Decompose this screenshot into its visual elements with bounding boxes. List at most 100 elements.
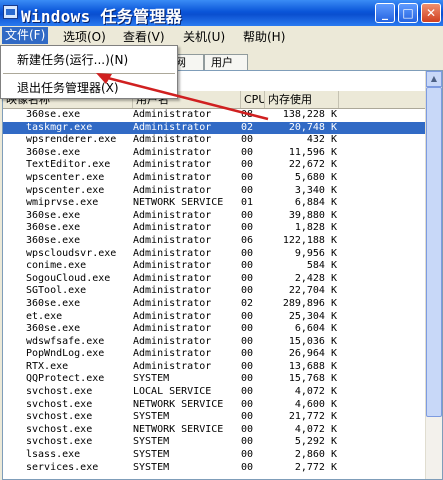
process-name: 360se.exe [26,109,81,120]
process-memory: 13,688 K [288,360,337,372]
process-name: wpscenter.exe [26,184,105,196]
col-cpu[interactable]: CPU [241,91,265,108]
table-row[interactable]: 360se.exe Administrator 06 122,188 K [3,235,428,248]
table-row[interactable]: 360se.exe Administrator 00 6,604 K [3,323,428,336]
table-row[interactable]: wmiprvse.exe NETWORK SERVICE 01 6,884 K [3,197,428,210]
menu-help[interactable]: 帮助(H) [243,28,285,45]
table-row[interactable]: 360se.exe Administrator 00 1,828 K [3,222,428,235]
process-user: NETWORK SERVICE [133,398,224,410]
process-user: LOCAL SERVICE [133,386,212,398]
table-row[interactable]: QQProtect.exe SYSTEM 00 15,768 K [3,373,428,386]
scroll-thumb[interactable] [426,87,442,417]
table-row[interactable]: SogouCloud.exe Administrator 00 2,428 K [3,273,428,286]
menu-options[interactable]: 选项(O) [63,28,106,45]
process-memory: 138,228 K [282,109,337,120]
process-cpu: 00 [241,272,254,284]
table-row[interactable]: conime.exe Administrator 00 584 K [3,260,428,273]
process-user: Administrator [133,159,212,171]
process-name: svchost.exe [26,398,93,410]
taskmgr-icon [3,5,18,19]
table-row[interactable]: svchost.exe SYSTEM 00 5,292 K [3,436,428,449]
table-row[interactable]: svchost.exe SYSTEM 00 21,772 K [3,411,428,424]
process-name: wpscenter.exe [26,171,105,183]
table-row[interactable]: wpscenter.exe Administrator 00 5,680 K [3,172,428,185]
process-memory: 9,956 K [294,247,337,259]
process-user: SYSTEM [133,461,170,473]
menu-new-task[interactable]: 新建任务(运行...)(N) [17,51,128,68]
table-row[interactable]: services.exe SYSTEM 00 2,772 K [3,462,428,475]
minimize-button[interactable]: _ [375,3,395,23]
table-row[interactable]: svchost.exe LOCAL SERVICE 00 4,072 K [3,386,428,399]
close-button[interactable]: ✕ [421,3,441,23]
process-user: Administrator [133,146,212,158]
process-memory: 25,304 K [288,310,337,322]
col-memory[interactable]: 内存使用 [265,91,339,108]
menu-shutdown[interactable]: 关机(U) [183,28,225,45]
process-memory: 5,292 K [294,436,337,448]
process-cpu: 00 [241,436,254,448]
process-memory: 289,896 K [282,297,337,309]
menu-exit-taskmgr[interactable]: 退出任务管理器(X) [17,79,119,96]
process-list: 360se.exe Administrator 08 138,228 Ktaskmgr… [3,109,428,474]
process-name: wpscloudsvr.exe [26,247,117,259]
process-cpu: 00 [241,222,254,234]
menu-separator [3,73,175,74]
process-user: SYSTEM [133,436,170,448]
table-row[interactable]: svchost.exe NETWORK SERVICE 00 4,600 K [3,399,428,412]
table-row[interactable]: 360se.exe Administrator 02 289,896 K [3,298,428,311]
process-user: Administrator [133,109,212,120]
vertical-scrollbar[interactable]: ▲ [425,71,442,479]
process-user: Administrator [133,272,212,284]
menu-view[interactable]: 查看(V) [123,28,165,45]
table-row[interactable]: svchost.exe NETWORK SERVICE 00 4,072 K [3,424,428,437]
process-name: conime.exe [26,260,87,272]
process-name: 360se.exe [26,297,81,309]
table-row[interactable]: 360se.exe Administrator 00 11,596 K [3,147,428,160]
process-memory: 21,772 K [288,411,337,423]
process-cpu: 00 [241,398,254,410]
table-row[interactable]: RTX.exe Administrator 00 13,688 K [3,361,428,374]
title-bar[interactable]: Windows 任务管理器 _ □ ✕ [0,0,443,26]
process-cpu: 00 [241,171,254,183]
table-row[interactable]: lsass.exe SYSTEM 00 2,860 K [3,449,428,462]
process-cpu: 00 [241,285,254,297]
process-memory: 2,860 K [294,449,337,461]
process-memory: 22,672 K [288,159,337,171]
process-name: SGTool.exe [26,285,87,297]
scroll-up-icon[interactable]: ▲ [426,71,442,87]
process-memory: 122,188 K [282,234,337,246]
process-memory: 15,768 K [288,373,337,385]
process-user: Administrator [133,297,212,309]
process-user: Administrator [133,247,212,259]
menu-file[interactable]: 文件(F) [2,27,49,44]
process-name: 360se.exe [26,234,81,246]
process-user: Administrator [133,285,212,297]
table-row[interactable]: wdswfsafe.exe Administrator 00 15,036 K [3,336,428,349]
table-row[interactable]: 360se.exe Administrator 00 39,880 K [3,210,428,223]
process-user: Administrator [133,335,212,347]
tab-users[interactable]: 用户 [204,54,248,70]
process-user: Administrator [133,360,212,372]
process-memory: 39,880 K [288,209,337,221]
table-row[interactable]: wpsrenderer.exe Administrator 00 432 K [3,134,428,147]
table-row[interactable]: wpscenter.exe Administrator 00 3,340 K [3,185,428,198]
process-name: et.exe [26,310,63,322]
process-memory: 15,036 K [288,335,337,347]
table-row[interactable]: SGTool.exe Administrator 00 22,704 K [3,285,428,298]
table-row[interactable]: PopWndLog.exe Administrator 00 26,964 K [3,348,428,361]
maximize-button[interactable]: □ [398,3,418,23]
table-row[interactable]: TextEditor.exe Administrator 00 22,672 K [3,159,428,172]
table-row[interactable]: 360se.exe Administrator 08 138,228 K [3,109,428,122]
process-cpu: 00 [241,247,254,259]
process-name: wmiprvse.exe [26,197,99,209]
process-cpu: 00 [241,360,254,372]
process-name: wpsrenderer.exe [26,134,117,146]
process-name: services.exe [26,461,99,473]
process-memory: 584 K [306,260,337,272]
process-panel: 映像名称 用户名 CPU 内存使用 360se.exe Administrator… [2,70,443,480]
table-row[interactable]: et.exe Administrator 00 25,304 K [3,311,428,324]
table-row[interactable]: wpscloudsvr.exe Administrator 00 9,956 K [3,248,428,261]
process-cpu: 00 [241,260,254,272]
process-user: Administrator [133,348,212,360]
table-row[interactable]: taskmgr.exe Administrator 02 20,748 K [3,121,428,135]
